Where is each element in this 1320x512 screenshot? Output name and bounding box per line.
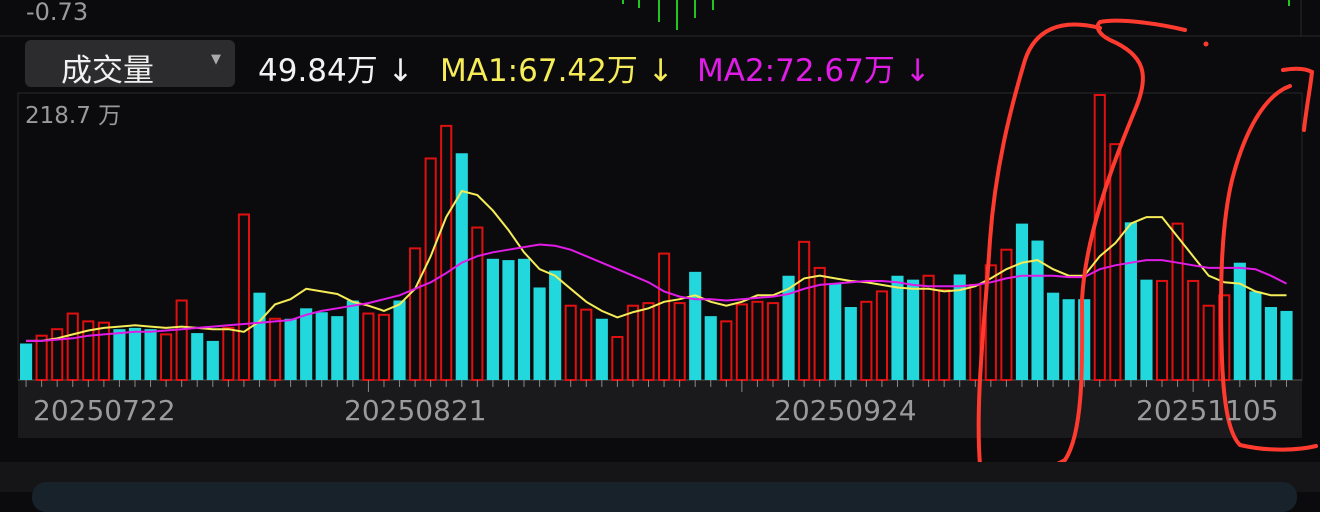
volume-bar-up: [424, 157, 437, 381]
volume-bar-up: [626, 304, 640, 381]
volume-bar-up: [720, 320, 733, 382]
volume-bar-up: [938, 289, 951, 381]
volume-bar-up: [1093, 94, 1106, 381]
volume-bar-down: [891, 275, 904, 380]
volume-bar-up: [798, 240, 811, 381]
volume-bar-down: [346, 300, 359, 380]
volume-bar-up: [611, 335, 624, 381]
volume-bar-up: [564, 304, 577, 381]
top-panel-bar: [638, 0, 640, 8]
volume-chart-svg: [0, 0, 1320, 474]
volume-bar-up: [766, 302, 780, 382]
volume-bar-up: [409, 247, 422, 381]
x-tick-label: 20250722: [33, 394, 176, 427]
volume-bar-up: [66, 312, 79, 381]
volume-bar-up: [377, 313, 391, 382]
top-panel-bar: [1288, 0, 1290, 6]
top-panel-bar: [622, 0, 624, 4]
volume-bar-down: [128, 327, 142, 380]
volume-bar-down: [1015, 223, 1029, 380]
volume-bar-down: [1249, 291, 1262, 380]
x-tick-label: 20250821: [344, 394, 487, 427]
volume-bar-up: [362, 312, 375, 381]
volume-bar-up: [471, 226, 484, 381]
volume-bar-up: [237, 213, 250, 381]
volume-bar-up: [35, 334, 48, 381]
volume-bar-down: [486, 258, 499, 380]
volume-bar-down: [844, 307, 857, 380]
volume-bar-down: [331, 316, 344, 380]
x-tick-label: 20250924: [774, 394, 917, 427]
volume-bar-up: [735, 303, 748, 382]
volume-bar-up: [1109, 143, 1122, 381]
volume-chart: [0, 0, 1320, 492]
volume-bar-up: [860, 300, 873, 381]
volume-bar-up: [97, 321, 110, 382]
volume-bar-down: [315, 312, 328, 380]
bottom-card: [32, 482, 1297, 512]
volume-bar-up: [642, 302, 655, 382]
volume-bar-up: [658, 252, 671, 381]
volume-bar-down: [113, 329, 126, 380]
volume-bar-down: [1062, 299, 1075, 380]
volume-bar-up: [1202, 304, 1215, 381]
volume-bar-up: [222, 326, 235, 382]
volume-bar-down: [284, 318, 297, 380]
volume-bar-down: [1233, 262, 1246, 380]
volume-bar-down: [191, 333, 204, 380]
volume-bar-down: [300, 308, 313, 380]
volume-bar-up: [875, 290, 888, 382]
volume-bar-down: [689, 271, 702, 380]
annotation-dot: [1203, 41, 1209, 47]
x-axis-band: [18, 380, 1302, 438]
volume-bar-down: [253, 292, 266, 380]
volume-bar-down: [595, 318, 608, 380]
top-panel-bar: [712, 0, 714, 10]
volume-bar-up: [160, 333, 173, 382]
volume-bar-down: [533, 287, 546, 380]
volume-bar-up: [1187, 279, 1200, 381]
top-panel-bar: [658, 0, 660, 22]
top-panel-bar: [676, 0, 678, 30]
volume-bar-down: [1264, 307, 1278, 380]
volume-bar-down: [704, 316, 717, 380]
volume-bar-down: [829, 283, 842, 380]
volume-bar-down: [502, 260, 515, 380]
volume-bar-down: [1140, 279, 1153, 380]
volume-bar-up: [175, 299, 188, 381]
volume-bar-up: [1155, 279, 1169, 381]
volume-bar-up: [268, 317, 282, 381]
volume-bar-down: [393, 300, 406, 380]
volume-bar-up: [1171, 222, 1184, 381]
volume-bar-up: [751, 300, 764, 381]
volume-bar-down: [1047, 292, 1060, 380]
volume-bar-up: [673, 302, 686, 382]
volume-bar-down: [206, 340, 219, 380]
volume-bar-up: [440, 124, 453, 381]
top-panel-bar: [694, 0, 696, 18]
volume-bar-down: [1124, 222, 1137, 380]
volume-bar-up: [922, 274, 935, 381]
volume-bar-down: [906, 279, 920, 380]
volume-bar-down: [144, 329, 157, 380]
volume-bar-down: [549, 270, 562, 380]
volume-bar-down: [517, 258, 531, 380]
volume-bar-down: [20, 343, 33, 380]
annotation-stroke: [1281, 66, 1315, 132]
volume-bar-down: [1280, 310, 1293, 380]
y-axis-max-label: 218.7 万: [25, 103, 122, 129]
volume-bar-up: [580, 308, 593, 382]
x-tick-label: 20251105: [1136, 394, 1279, 427]
